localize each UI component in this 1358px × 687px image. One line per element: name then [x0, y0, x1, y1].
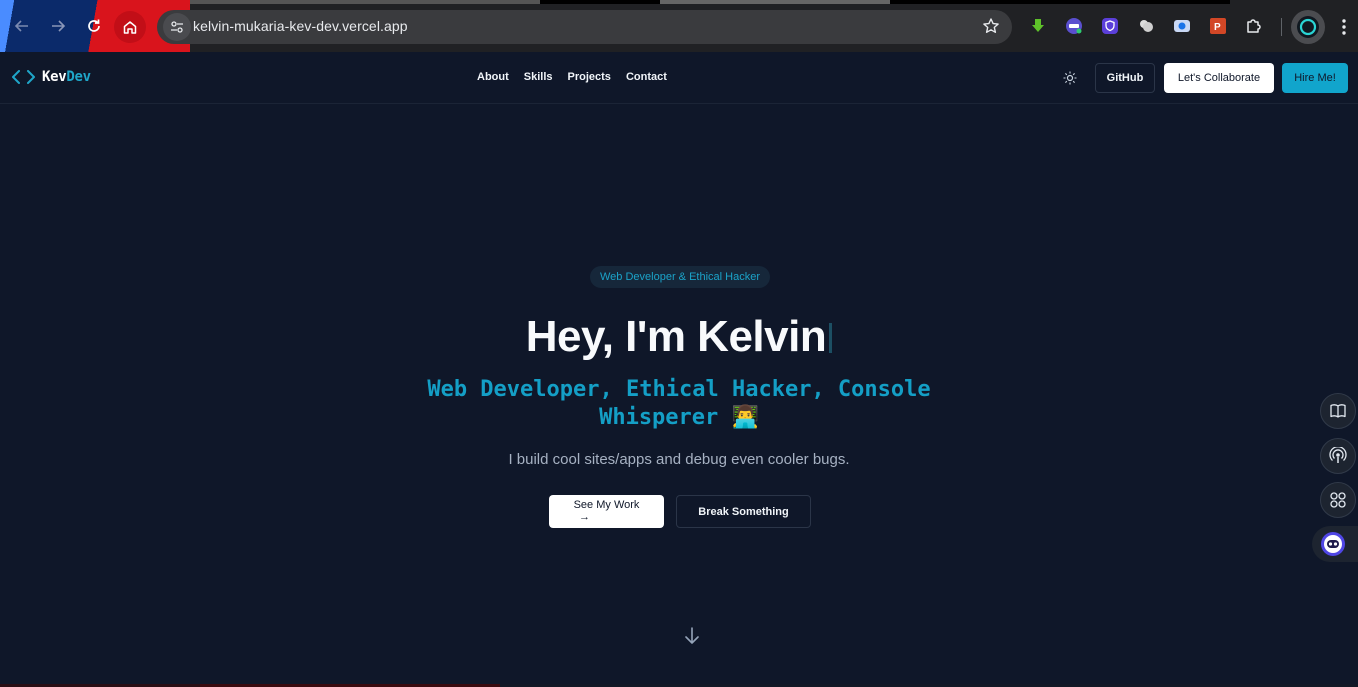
download-extension-icon[interactable] — [1029, 17, 1047, 35]
screen-capture-extension-icon[interactable] — [1173, 17, 1191, 35]
code-brackets-icon — [12, 70, 35, 84]
forward-arrow-icon[interactable] — [46, 14, 70, 38]
reload-icon[interactable] — [82, 14, 106, 38]
see-my-work-button[interactable]: See My Work → — [549, 495, 664, 528]
bookmark-star-icon[interactable] — [982, 17, 1000, 40]
menu-kebab-icon[interactable] — [1336, 16, 1352, 38]
hire-me-button[interactable]: Hire Me! — [1282, 63, 1348, 93]
collaborate-button[interactable]: Let's Collaborate — [1164, 63, 1274, 93]
profile-icon[interactable] — [1291, 10, 1325, 44]
hero-subtitle: Web Developer, Ethical Hacker, Console W… — [427, 377, 931, 430]
logo-text-kev: Kev — [42, 69, 67, 85]
tab-strip-edge — [190, 0, 1230, 4]
break-something-button[interactable]: Break Something — [676, 495, 811, 528]
nav-link-contact[interactable]: Contact — [626, 71, 667, 83]
scroll-down-arrow-icon[interactable] — [682, 626, 702, 646]
nav-link-projects[interactable]: Projects — [568, 71, 611, 83]
assistant-widget[interactable] — [1312, 526, 1358, 562]
logo-text-dev: Dev — [66, 69, 91, 85]
home-button[interactable] — [114, 11, 146, 43]
github-button[interactable]: GitHub — [1095, 63, 1155, 93]
svg-text:P: P — [1214, 22, 1221, 33]
apps-grid-icon[interactable] — [1320, 482, 1356, 518]
cloud-extension-icon[interactable] — [1137, 17, 1155, 35]
nav-link-skills[interactable]: Skills — [524, 71, 553, 83]
logo-text: KevDev — [42, 69, 91, 85]
hero-description: I build cool sites/apps and debug even c… — [508, 451, 850, 468]
main-nav: About Skills Projects Contact — [477, 71, 667, 83]
extensions-puzzle-icon[interactable] — [1245, 17, 1263, 35]
see-my-work-label: See My Work — [573, 499, 640, 511]
reader-mode-book-icon[interactable] — [1320, 393, 1356, 429]
powerpoint-extension-icon[interactable]: P — [1209, 17, 1227, 35]
back-arrow-icon[interactable] — [10, 14, 34, 38]
site-info-icon[interactable] — [163, 13, 191, 41]
site-logo[interactable]: KevDev — [12, 69, 91, 85]
theme-toggle-sun-icon[interactable] — [1061, 69, 1079, 87]
shield-extension-icon[interactable] — [1101, 17, 1119, 35]
nav-link-about[interactable]: About — [477, 71, 509, 83]
url-text[interactable]: kelvin-mukaria-kev-dev.vercel.app — [193, 18, 408, 34]
role-badge: Web Developer & Ethical Hacker — [590, 266, 770, 288]
typing-cursor — [829, 323, 833, 353]
hero-title-text: Hey, I'm Kelvin — [525, 312, 827, 361]
tag-extension-icon[interactable] — [1065, 17, 1083, 35]
address-bar[interactable]: kelvin-mukaria-kev-dev.vercel.app — [157, 10, 1012, 44]
hero-title: Hey, I'm Kelvin — [0, 312, 1358, 362]
browser-toolbar: kelvin-mukaria-kev-dev.vercel.app P — [0, 0, 1358, 52]
home-icon — [123, 21, 137, 34]
podcast-broadcast-icon[interactable] — [1320, 438, 1356, 474]
arrow-right-icon: → — [579, 511, 590, 523]
site-header: KevDev About Skills Projects Contact Git… — [0, 52, 1358, 104]
toolbar-separator — [1281, 18, 1282, 36]
assistant-bot-icon — [1321, 532, 1345, 556]
